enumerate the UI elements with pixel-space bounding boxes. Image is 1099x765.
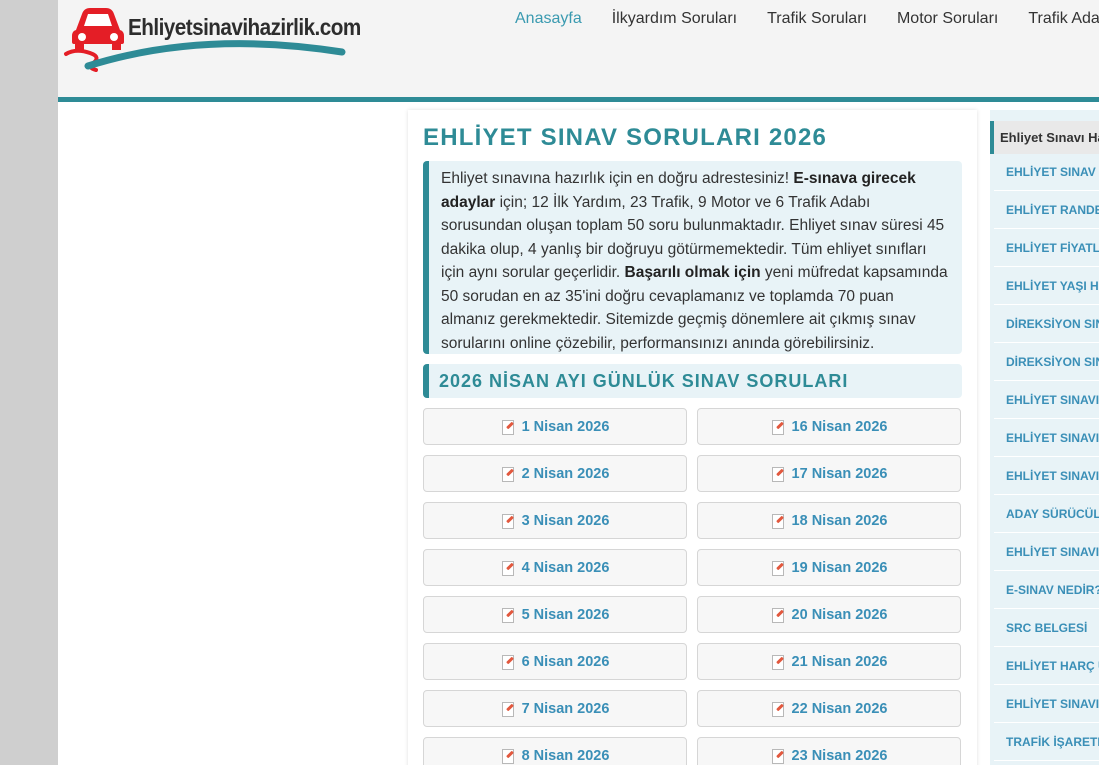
day-exam-link[interactable]: 3 Nisan 2026 [423,502,687,539]
day-exam-label: 22 Nisan 2026 [791,700,888,717]
day-exam-label: 3 Nisan 2026 [521,512,610,529]
day-exam-link[interactable]: 4 Nisan 2026 [423,549,687,586]
intro-bold-text: Başarılı olmak için [624,264,761,281]
intro-text: Ehliyet sınavına hazırlık için en doğru … [441,170,794,187]
sidebar-link[interactable]: E-SINAV NEDİR? [994,571,1099,609]
document-icon [501,607,514,623]
document-icon [771,560,784,576]
intro-box: Ehliyet sınavına hazırlık için en doğru … [423,161,962,354]
day-exam-label: 16 Nisan 2026 [791,418,888,435]
day-exam-label: 20 Nisan 2026 [791,606,888,623]
document-icon [501,419,514,435]
sidebar-link[interactable]: SRC BELGESİ [994,609,1099,647]
document-icon [501,654,514,670]
document-icon [501,513,514,529]
day-exam-link[interactable]: 2 Nisan 2026 [423,455,687,492]
sidebar-heading: Ehliyet Sınavı Hakkında [990,121,1099,154]
sidebar-link[interactable]: EHLİYET YAŞI HESAPLAMA [994,267,1099,305]
day-exam-link[interactable]: 23 Nisan 2026 [697,737,961,765]
nav-trafik-sorulari[interactable]: Trafik Soruları [752,8,882,30]
sidebar-link[interactable]: EHLİYET SINAVI SONUÇLARI [994,685,1099,723]
day-exam-link[interactable]: 18 Nisan 2026 [697,502,961,539]
day-exam-label: 21 Nisan 2026 [791,653,888,670]
day-exam-link[interactable]: 17 Nisan 2026 [697,455,961,492]
sidebar-link[interactable]: DİREKSİYON SINAVI PUANLAMA [994,343,1099,381]
day-exam-label: 7 Nisan 2026 [521,700,610,717]
sidebar-link[interactable]: EHLİYET SINAV TARİHLERİ [994,153,1099,191]
day-exam-link[interactable]: 21 Nisan 2026 [697,643,961,680]
document-icon [771,607,784,623]
day-exam-link[interactable]: 20 Nisan 2026 [697,596,961,633]
header-divider [58,97,1099,102]
document-icon [771,701,784,717]
document-icon [501,466,514,482]
sidebar-link[interactable]: EHLİYET FİYATLARI [994,229,1099,267]
section-heading: 2026 NİSAN AYI GÜNLÜK SINAV SORULARI [423,364,962,398]
day-exam-label: 6 Nisan 2026 [521,653,610,670]
sidebar-link[interactable]: DİREKSİYON SINAVI [994,305,1099,343]
page-title: EHLİYET SINAV SORULARI 2026 [423,124,828,151]
document-icon [771,654,784,670]
sidebar-link[interactable]: EHLİYET SINAVINDA KAÇ YANLIŞ [994,419,1099,457]
day-exam-link[interactable]: 8 Nisan 2026 [423,737,687,765]
nav-anasayfa[interactable]: Anasayfa [500,8,597,30]
document-icon [771,419,784,435]
day-exam-link[interactable]: 16 Nisan 2026 [697,408,961,445]
day-exam-link[interactable]: 22 Nisan 2026 [697,690,961,727]
sidebar-link[interactable]: EHLİYET SINAVI BAŞARI [994,457,1099,495]
sidebar-link[interactable]: ADAY SÜRÜCÜLÜK BELGESİ [994,495,1099,533]
day-exam-link[interactable]: 5 Nisan 2026 [423,596,687,633]
document-icon [771,513,784,529]
day-exam-label: 17 Nisan 2026 [791,465,888,482]
day-exam-label: 4 Nisan 2026 [521,559,610,576]
day-exam-label: 19 Nisan 2026 [791,559,888,576]
main-nav: Anasayfa İlkyardım Soruları Trafik Sorul… [500,8,1099,30]
day-exam-label: 18 Nisan 2026 [791,512,888,529]
document-icon [501,748,514,764]
sidebar-link[interactable]: EHLİYET SINAVI ÜCRETİ [994,533,1099,571]
day-exam-label: 1 Nisan 2026 [521,418,610,435]
document-icon [501,560,514,576]
day-exam-label: 23 Nisan 2026 [791,747,888,764]
page-gutter [0,0,58,765]
day-exam-link[interactable]: 6 Nisan 2026 [423,643,687,680]
day-exam-label: 2 Nisan 2026 [521,465,610,482]
day-exam-link[interactable]: 19 Nisan 2026 [697,549,961,586]
nav-trafik-adabi[interactable]: Trafik Adabı [1013,8,1099,30]
nav-ilkyardim-sorulari[interactable]: İlkyardım Soruları [597,8,752,30]
document-icon [771,466,784,482]
day-exam-link[interactable]: 1 Nisan 2026 [423,408,687,445]
document-icon [771,748,784,764]
document-icon [501,701,514,717]
day-exam-link[interactable]: 7 Nisan 2026 [423,690,687,727]
sidebar-link[interactable]: EHLİYET RANDEVU ALMA [994,191,1099,229]
sidebar-link[interactable]: EHLİYET SINAVINDA KOPYA [994,381,1099,419]
nav-motor-sorulari[interactable]: Motor Soruları [882,8,1013,30]
day-exam-label: 8 Nisan 2026 [521,747,610,764]
day-exam-label: 5 Nisan 2026 [521,606,610,623]
sidebar-link[interactable]: TRAFİK İŞARETLERİ [994,723,1099,761]
sidebar-link[interactable]: EHLİYET HARÇ ÜCRETİ [994,647,1099,685]
site-logo-text[interactable]: Ehliyetsinavihazirlik.com [128,14,361,41]
